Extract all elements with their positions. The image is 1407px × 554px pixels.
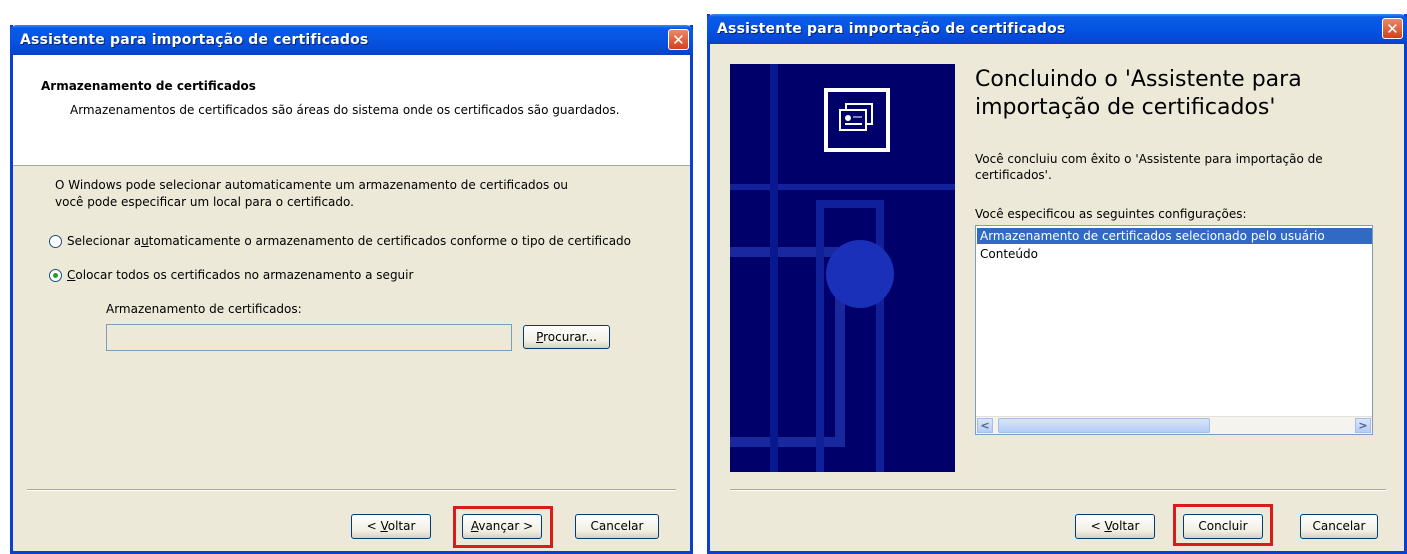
scroll-right-icon[interactable]: > — [1355, 418, 1371, 433]
scroll-thumb[interactable] — [998, 418, 1210, 433]
right-footer-divider — [730, 489, 1386, 491]
right-title-text: Assistente para importação de certificad… — [717, 21, 1066, 37]
right-title-bar[interactable]: Assistente para importação de certificad… — [707, 14, 1407, 44]
intro-line-1: O Windows pode selecionar automaticament… — [55, 178, 569, 192]
right-cancel-button[interactable]: Cancelar — [1300, 514, 1378, 539]
store-label: Armazenamento de certificados: — [106, 302, 302, 316]
left-back-button[interactable]: < Voltar — [351, 514, 431, 539]
settings-list[interactable]: Armazenamento de certificados selecionad… — [975, 225, 1373, 435]
wizard-side-graphic — [730, 64, 955, 472]
radio-auto-circle[interactable] — [49, 235, 62, 248]
certificate-icon — [824, 88, 890, 152]
right-close-icon[interactable]: ✕ — [1382, 18, 1403, 39]
radio-auto-store[interactable]: Selecionar automaticamente o armazenamen… — [49, 233, 689, 251]
left-header-panel: Armazenamento de certificados Armazename… — [13, 55, 690, 166]
horizontal-scrollbar[interactable]: < > — [976, 416, 1372, 434]
settings-item-selected[interactable]: Armazenamento de certificados selecionad… — [977, 228, 1372, 244]
store-input[interactable] — [106, 324, 512, 351]
completion-heading-2: importação de certificados' — [975, 95, 1276, 120]
radio-manual-circle[interactable] — [49, 269, 62, 282]
left-title-text: Assistente para importação de certificad… — [20, 32, 369, 48]
intro-line-2: você pode especificar um local para o ce… — [55, 195, 354, 209]
completed-text-1: Você concluiu com êxito o 'Assistente pa… — [975, 152, 1323, 166]
settings-label: Você especificou as seguintes configuraç… — [975, 207, 1247, 221]
left-footer-divider — [27, 489, 676, 491]
browse-button[interactable]: Procurar... — [523, 325, 610, 349]
radio-auto-label: Selecionar automaticamente o armazenamen… — [67, 234, 632, 248]
left-close-icon[interactable]: ✕ — [668, 29, 689, 50]
completion-heading-1: Concluindo o 'Assistente para — [975, 67, 1302, 92]
scroll-left-icon[interactable]: < — [977, 418, 993, 433]
settings-item[interactable]: Conteúdo — [977, 246, 1038, 262]
left-cancel-button[interactable]: Cancelar — [575, 514, 659, 539]
next-button-highlight — [453, 506, 553, 548]
finish-button-highlight — [1173, 504, 1273, 546]
radio-manual-label: Colocar todos os certificados no armazen… — [67, 268, 414, 282]
right-back-button[interactable]: < Voltar — [1075, 514, 1155, 539]
left-title-bar[interactable]: Assistente para importação de certificad… — [10, 25, 693, 55]
left-wizard-dialog: Assistente para importação de certificad… — [10, 25, 693, 554]
right-wizard-dialog: Assistente para importação de certificad… — [707, 14, 1407, 554]
completed-text-2: certificados'. — [975, 168, 1052, 182]
section-title: Armazenamento de certificados — [41, 79, 256, 93]
radio-manual-store[interactable]: Colocar todos os certificados no armazen… — [49, 267, 469, 285]
section-description: Armazenamentos de certificados são áreas… — [70, 103, 620, 117]
